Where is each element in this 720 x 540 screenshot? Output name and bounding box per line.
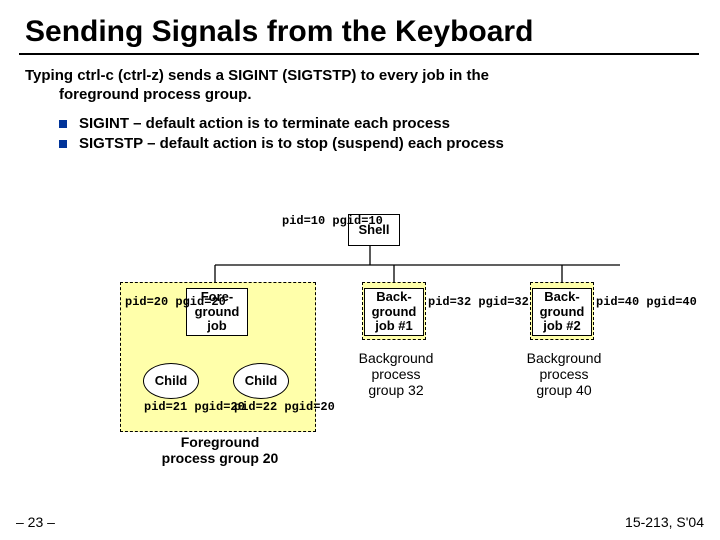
bg32-group-caption: Background process group 32	[346, 350, 446, 398]
slide-subtitle: Typing ctrl-c (ctrl-z) sends a SIGINT (S…	[25, 67, 695, 105]
bg40-group-caption: Background process group 40	[514, 350, 614, 398]
bg1-pid-label: pid=32 pgid=32	[428, 296, 529, 309]
fg-pid-label: pid=20 pgid=20	[125, 296, 226, 309]
child-2-node: Child	[233, 363, 289, 399]
subtitle-line-2: foreground process group.	[25, 86, 695, 105]
course-tag: 15-213, S'04	[625, 514, 704, 530]
child1-pid-label: pid=21 pgid=20	[144, 401, 245, 414]
process-tree-diagram: Shell pid=10 pgid=10 Fore- ground job pi…	[0, 200, 720, 500]
slide-number: – 23 –	[16, 514, 55, 530]
slide: Sending Signals from the Keyboard Typing…	[0, 0, 720, 540]
fg-group-caption: Foreground process group 20	[135, 434, 305, 466]
title-rule	[19, 53, 699, 55]
slide-title: Sending Signals from the Keyboard	[25, 15, 695, 49]
bullet-list: SIGINT – default action is to terminate …	[25, 115, 695, 152]
subtitle-line-1: Typing ctrl-c (ctrl-z) sends a SIGINT (S…	[25, 67, 489, 84]
bg2-pid-label: pid=40 pgid=40	[596, 296, 697, 309]
shell-pid-label: pid=10 pgid=10	[282, 215, 383, 228]
child2-pid-label: pid=22 pgid=20	[234, 401, 335, 414]
bg-job-1-node: Back- ground job #1	[364, 288, 424, 336]
bullet-item: SIGINT – default action is to terminate …	[59, 115, 695, 132]
child-1-node: Child	[143, 363, 199, 399]
bullet-item: SIGTSTP – default action is to stop (sus…	[59, 135, 695, 152]
bg-job-2-node: Back- ground job #2	[532, 288, 592, 336]
